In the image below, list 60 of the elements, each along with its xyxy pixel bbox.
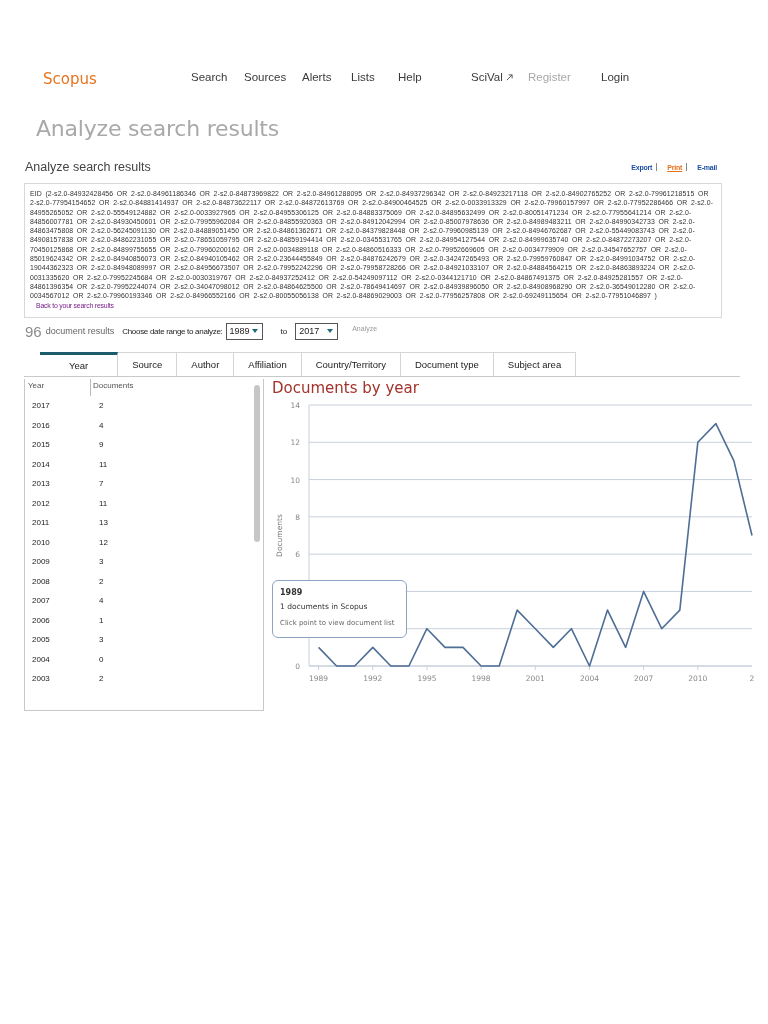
column-header[interactable]: Documents: [91, 379, 134, 396]
tab[interactable]: Country/Territory: [301, 352, 401, 376]
diagonal-arrow-icon: [505, 73, 513, 81]
date-range-label: Choose date range to analyze:: [122, 326, 223, 336]
table-cell-text: 2007: [31, 596, 51, 606]
chart-title: Documents by year: [272, 379, 419, 397]
year-select[interactable]: 1989: [225, 322, 263, 340]
table-cell-text: 1: [98, 615, 104, 625]
result-count-label: document results: [45, 326, 115, 336]
nav-link[interactable]: Alerts: [302, 71, 332, 83]
tab[interactable]: Affiliation: [234, 352, 302, 376]
table-cell-text: 2012: [31, 498, 51, 508]
to-label: to: [280, 326, 288, 336]
table-cell-text: 7: [98, 479, 104, 489]
table-cell-text: 2004: [31, 654, 51, 664]
table-cell-text: 2016: [31, 420, 51, 430]
tooltip-title: 1989: [280, 587, 304, 598]
table-cell-text: 2: [98, 674, 104, 684]
table-cell-text: 2003: [31, 674, 51, 684]
caret-icon: [251, 329, 258, 333]
table-cell-text: 2010: [31, 537, 51, 547]
table-cell-text: 4: [98, 596, 104, 606]
table-cell-text: 12: [98, 537, 108, 547]
nav-link[interactable]: Login: [601, 71, 630, 83]
section-title: Analyze search results: [25, 160, 151, 174]
nav-link[interactable]: Search: [191, 71, 228, 83]
table-cell-text: 2014: [31, 459, 51, 469]
page-title: Analyze search results: [36, 115, 280, 143]
table-cell-text: 2006: [31, 615, 51, 625]
table-cell-text: 3: [98, 557, 104, 567]
tab[interactable]: Document type: [400, 352, 494, 376]
year-select[interactable]: 2017: [295, 322, 339, 340]
table-cell-text: 4: [98, 420, 104, 430]
table-cell-text: 2: [98, 401, 104, 411]
table-cell-text: 11: [98, 498, 108, 508]
nav-link[interactable]: SciVal: [471, 71, 513, 83]
caret-icon: [327, 329, 334, 333]
table-cell-text: 2008: [31, 576, 51, 586]
table-cell-text: 2: [98, 576, 104, 586]
scrollbar-thumb[interactable]: [254, 385, 260, 542]
column-header[interactable]: Year: [25, 379, 91, 396]
table-cell-text: 13: [98, 518, 108, 528]
result-count: 96: [25, 322, 42, 340]
table-cell-text: 2013: [31, 479, 51, 489]
table-cell-text: 2005: [31, 635, 51, 645]
nav-link[interactable]: Sources: [244, 71, 287, 83]
nav-link[interactable]: Lists: [351, 71, 375, 83]
tab[interactable]: Year: [40, 352, 119, 376]
nav-link[interactable]: Help: [398, 71, 422, 83]
tab[interactable]: Author: [177, 352, 235, 376]
table-cell-text: 2015: [31, 440, 51, 450]
tab[interactable]: Subject area: [493, 352, 577, 376]
tab[interactable]: Source: [118, 352, 178, 376]
table-cell-text: 3: [98, 635, 104, 645]
table-cell-text: 9: [98, 440, 104, 450]
table-cell-text: 11: [98, 459, 108, 469]
table-cell-text: 2011: [31, 518, 51, 528]
table-cell-text: 2009: [31, 557, 51, 567]
table-cell-text: 0: [98, 654, 104, 664]
table-cell-text: 2017: [31, 401, 51, 411]
